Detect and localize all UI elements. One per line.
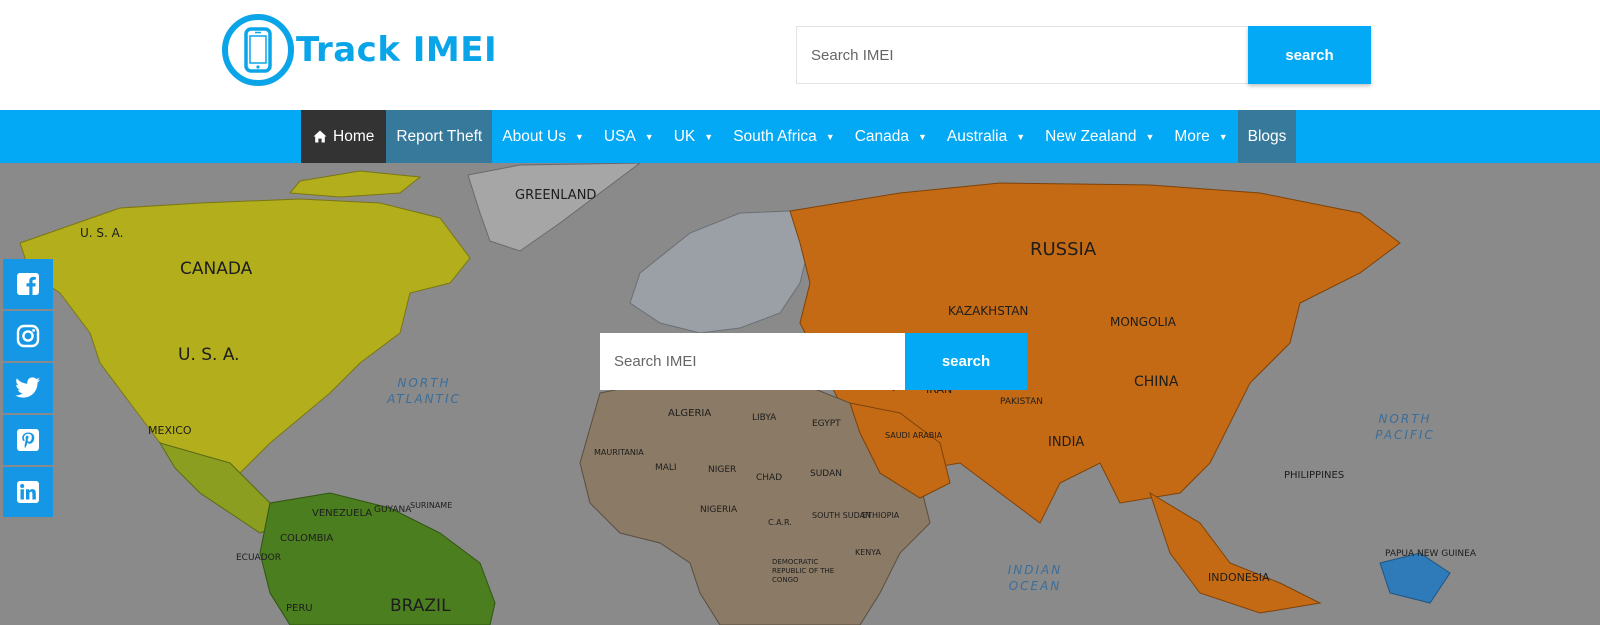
map-label-brazil: BRAZIL — [390, 596, 451, 616]
nav-label-uk: UK — [673, 127, 696, 145]
nav-label-report-theft: Report Theft — [396, 127, 483, 145]
nav-item-report-theft[interactable]: Report Theft — [386, 110, 493, 163]
facebook-icon — [17, 273, 39, 295]
map-label-india: INDIA — [1048, 435, 1085, 450]
nav-item-australia[interactable]: Australia ▼ — [937, 110, 1035, 163]
main-nav: Home Report Theft About Us ▼ USA ▼ UK ▼ … — [0, 110, 1600, 163]
nav-item-home[interactable]: Home — [301, 110, 387, 163]
hero-world-map: GREENLAND U. S. A. CANADA U. S. A. MEXIC… — [0, 163, 1600, 625]
instagram-button[interactable] — [3, 311, 53, 361]
map-label-car: C.A.R. — [768, 518, 792, 527]
home-icon — [313, 130, 327, 143]
site-logo[interactable]: Track IMEI — [222, 14, 497, 86]
nav-item-south-africa[interactable]: South Africa ▼ — [723, 110, 845, 163]
map-label-egypt: EGYPT — [812, 419, 841, 429]
map-label-drc: DEMOCRATIC REPUBLIC OF THE CONGO — [772, 558, 835, 584]
map-label-venezuela: VENEZUELA — [312, 508, 373, 519]
phone-icon — [222, 14, 294, 86]
map-label-pakistan: PAKISTAN — [1000, 397, 1043, 407]
header-search-input[interactable] — [796, 26, 1248, 84]
map-label-niger: NIGER — [708, 465, 737, 475]
nav-label-australia: Australia — [946, 127, 1008, 145]
caret-down-icon: ▼ — [917, 131, 927, 142]
social-share-bar — [3, 259, 53, 519]
facebook-button[interactable] — [3, 259, 53, 309]
nav-item-blogs[interactable]: Blogs — [1237, 110, 1297, 163]
map-southeast-asia — [1149, 491, 1322, 614]
nav-menu: Home Report Theft About Us ▼ USA ▼ UK ▼ … — [301, 110, 1297, 163]
caret-down-icon: ▼ — [704, 131, 714, 142]
map-png — [1379, 552, 1451, 604]
map-label-usa-alaska: U. S. A. — [80, 226, 124, 240]
header-search-form: search — [796, 26, 1371, 84]
site-title: Track IMEI — [296, 30, 498, 70]
map-label-indonesia: INDONESIA — [1208, 571, 1270, 584]
map-label-usa: U. S. A. — [178, 345, 240, 365]
header-search-button[interactable]: search — [1248, 26, 1371, 84]
nav-item-uk[interactable]: UK ▼ — [664, 110, 723, 163]
map-label-libya: LIBYA — [752, 413, 777, 423]
nav-item-more[interactable]: More ▼ — [1164, 110, 1237, 163]
map-greenland — [467, 163, 641, 252]
instagram-icon — [16, 324, 40, 348]
map-label-north-atlantic: NORTH ATLANTIC — [387, 376, 461, 406]
map-label-china: CHINA — [1134, 374, 1179, 390]
linkedin-icon — [17, 481, 39, 503]
map-label-russia: RUSSIA — [1030, 239, 1097, 260]
nav-label-about-us: About Us — [502, 127, 566, 145]
caret-down-icon: ▼ — [1016, 131, 1026, 142]
map-arctic-islands — [288, 170, 422, 198]
site-header: Track IMEI search — [0, 0, 1600, 110]
map-label-philippines: PHILIPPINES — [1284, 470, 1345, 481]
map-label-algeria: ALGERIA — [668, 408, 712, 419]
nav-item-new-zealand[interactable]: New Zealand ▼ — [1035, 110, 1164, 163]
map-label-mexico: MEXICO — [148, 424, 192, 437]
map-label-greenland: GREENLAND — [515, 188, 597, 203]
map-label-north-pacific: NORTH PACIFIC — [1375, 412, 1435, 442]
map-label-suriname: SURINAME — [410, 501, 453, 510]
map-label-canada: CANADA — [180, 259, 253, 279]
map-label-peru: PERU — [286, 603, 313, 614]
map-label-mauritania: MAURITANIA — [594, 448, 644, 457]
nav-label-new-zealand: New Zealand — [1045, 127, 1137, 145]
map-label-chad: CHAD — [756, 473, 783, 483]
nav-label-usa: USA — [603, 127, 636, 145]
map-label-nigeria: NIGERIA — [700, 505, 738, 515]
map-label-mongolia: MONGOLIA — [1110, 315, 1176, 329]
map-label-ecuador: ECUADOR — [236, 553, 281, 563]
map-europe — [629, 210, 811, 334]
map-label-saudi-arabia: SAUDI ARABIA — [885, 431, 943, 440]
caret-down-icon: ▼ — [1218, 131, 1228, 142]
map-label-ethiopia: ETHIOPIA — [862, 511, 900, 520]
nav-item-usa[interactable]: USA ▼ — [594, 110, 664, 163]
hero-search-form: search — [600, 333, 1027, 390]
map-label-kenya: KENYA — [855, 548, 882, 557]
nav-label-home: Home — [333, 127, 375, 145]
map-label-indian-ocean: INDIAN OCEAN — [1007, 563, 1063, 593]
nav-label-blogs: Blogs — [1247, 127, 1287, 145]
map-label-guyana: GUYANA — [374, 505, 412, 515]
map-label-kazakhstan: KAZAKHSTAN — [948, 304, 1029, 318]
map-label-mali: MALI — [655, 463, 677, 473]
caret-down-icon: ▼ — [825, 131, 835, 142]
caret-down-icon: ▼ — [1145, 131, 1155, 142]
linkedin-button[interactable] — [3, 467, 53, 517]
map-label-sudan: SUDAN — [810, 469, 842, 479]
caret-down-icon: ▼ — [644, 131, 654, 142]
nav-label-canada: Canada — [854, 127, 909, 145]
hero-search-input[interactable] — [600, 333, 905, 390]
twitter-button[interactable] — [3, 363, 53, 413]
map-label-colombia: COLOMBIA — [280, 533, 334, 544]
pinterest-icon — [17, 429, 39, 451]
hero-search-button[interactable]: search — [905, 333, 1027, 390]
nav-label-south-africa: South Africa — [733, 127, 817, 145]
nav-item-canada[interactable]: Canada ▼ — [845, 110, 937, 163]
twitter-icon — [15, 377, 40, 398]
map-label-papua-new-guinea: PAPUA NEW GUINEA — [1385, 549, 1477, 559]
nav-label-more: More — [1174, 127, 1210, 145]
map-north-america — [19, 198, 471, 484]
nav-item-about-us[interactable]: About Us ▼ — [492, 110, 594, 163]
caret-down-icon: ▼ — [575, 131, 584, 142]
pinterest-button[interactable] — [3, 415, 53, 465]
